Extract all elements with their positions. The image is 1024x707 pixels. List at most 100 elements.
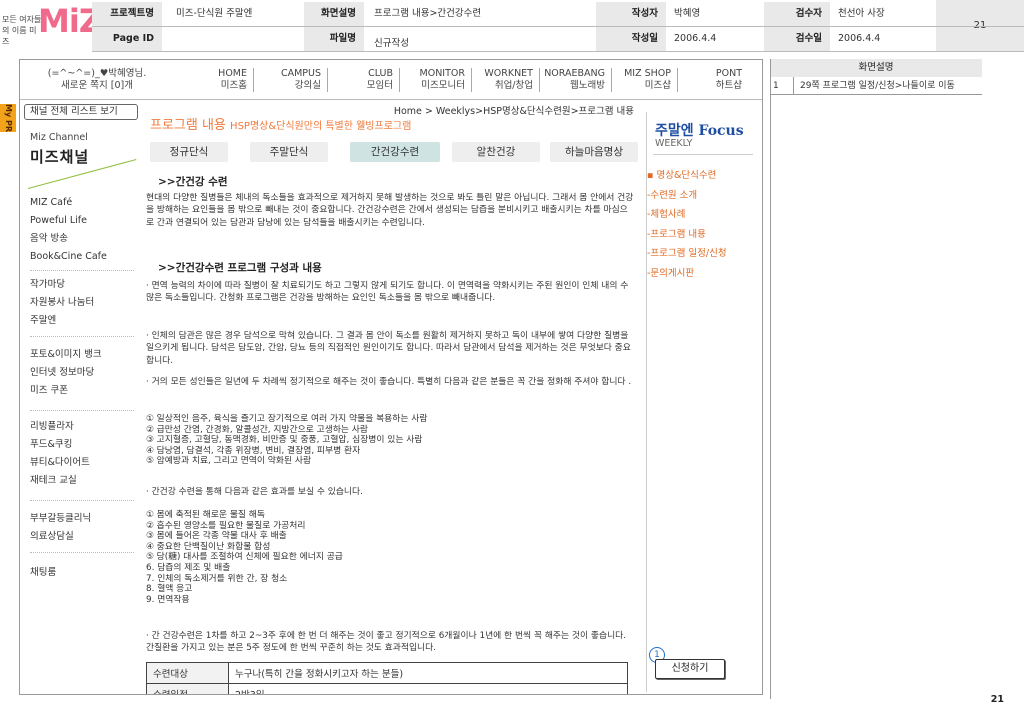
review-date-value: 2006.4.4 xyxy=(838,33,881,44)
nav-home[interactable]: HOME 미즈홈 xyxy=(180,68,254,92)
apply-button[interactable]: 신청하기 xyxy=(655,659,725,679)
list-item: ① 일상적인 음주, 육식을 즐기고 장기적으로 여러 가지 약물을 복용하는 … xyxy=(146,414,428,424)
user-greeting[interactable]: (=^~^=)_♥박혜영님. 새로운 쪽지 [0]개 xyxy=(32,68,162,92)
focus-divider xyxy=(653,154,753,155)
tab-weekend-fasting[interactable]: 주말단식 xyxy=(250,142,328,162)
table-row: 수련대상 누구나(특히 간을 정화시키고자 하는 분들) xyxy=(146,662,628,684)
left-nav-item[interactable]: 포토&이미지 뱅크 xyxy=(30,346,138,364)
focus-item-stories[interactable]: -체험사례 xyxy=(647,205,757,225)
left-nav-item[interactable]: 채팅룸 xyxy=(30,564,138,582)
nav-worknet-en: WORKNET xyxy=(484,68,533,79)
focus-item-qna[interactable]: -문의게시판 xyxy=(647,264,757,284)
nav-home-en: HOME xyxy=(218,68,247,79)
miz-logo: 모든 여자들의 이름 미즈 MiZ xyxy=(0,2,102,48)
program-tabs: 정규단식 주말단식 간건강수련 알찬건강 하늘마음명상 xyxy=(150,142,638,162)
focus-menu: ▪ 명상&단식수련 -수련원 소개 -체험사례 -프로그램 내용 -프로그램 일… xyxy=(647,166,757,283)
nav-miz-shop[interactable]: MIZ SHOP 미즈샵 xyxy=(612,68,678,92)
focus-item-intro[interactable]: -수련원 소개 xyxy=(647,186,757,206)
focus-item-schedule[interactable]: -프로그램 일정/신청 xyxy=(647,244,757,264)
page-id-label: Page ID xyxy=(92,27,162,51)
focus-item-program[interactable]: -프로그램 내용 xyxy=(647,225,757,245)
list-item: ① 몸에 축적된 해로운 물질 해독 xyxy=(146,510,265,520)
schedule-table: 수련대상 누구나(특히 간을 정화시키고자 하는 분들) 수련일정 2박3일 xyxy=(146,662,628,694)
left-nav-item[interactable]: 음악 방송 xyxy=(30,230,138,248)
nav-worknet[interactable]: WORKNET 취업/창업 xyxy=(472,68,540,92)
list-item: ② 흡수된 영양소를 필요한 물질로 가공처리 xyxy=(146,520,306,531)
target-list: ① 일상적인 음주, 육식을 즐기고 장기적으로 여러 가지 약물을 복용하는 … xyxy=(146,414,634,467)
section-title-program: >>간건강수련 프로그램 구성과 내용 xyxy=(158,262,322,274)
tab-regular-fasting[interactable]: 정규단식 xyxy=(150,142,228,162)
nav-separator xyxy=(30,270,134,271)
nav-pont[interactable]: PONT 하트샵 xyxy=(678,68,748,92)
nav-club[interactable]: CLUB 모임터 xyxy=(328,68,400,92)
left-nav-item[interactable]: 자원봉사 나눔터 xyxy=(30,294,138,312)
focus-item-meditation[interactable]: ▪ 명상&단식수련 xyxy=(647,166,757,186)
section-paragraph: · 면역 능력의 차이에 따라 질병이 잘 치료되기도 하고 그렇지 않게 되기… xyxy=(146,281,629,304)
table-key: 수련일정 xyxy=(146,683,229,694)
reviewer-label: 검수자 xyxy=(764,2,830,26)
nav-monitor-ko: 미즈모니터 xyxy=(421,80,465,91)
nav-pont-en: PONT xyxy=(715,68,742,79)
nav-pont-ko: 하트샵 xyxy=(715,80,742,91)
channel-list-button[interactable]: 채널 전체 리스트 보기 xyxy=(24,104,138,120)
section-paragraph: 현대의 다양한 질병들은 체내의 독소들을 효과적으로 제거하지 못해 발생하는… xyxy=(146,193,634,228)
nav-worknet-ko: 취업/창업 xyxy=(494,80,533,91)
main-content: Home > Weeklys>HSP명상&단식수련원>프로그램 내용 프로그램 … xyxy=(144,100,638,694)
list-item: ④ 중요한 단백질이난 화합물 합성 xyxy=(146,541,271,552)
nav-noraebang-ko: 웹노래방 xyxy=(570,80,605,91)
left-nav-item[interactable]: 재테크 교실 xyxy=(30,472,138,490)
left-nav-item[interactable]: 리빙플라자 xyxy=(30,418,138,436)
screen-desc-value: 프로그램 내용>간건강수련 xyxy=(374,8,482,19)
left-nav-item[interactable]: 작가마당 xyxy=(30,276,138,294)
nav-separator xyxy=(30,410,134,411)
filename-value: 신규작성 xyxy=(374,38,409,49)
focus-weekly: WEEKLY xyxy=(655,138,693,149)
review-date-label: 검수일 xyxy=(764,27,830,51)
left-navigation: 채널 전체 리스트 보기 Miz Channel 미즈채널 MIZ Café P… xyxy=(20,100,140,694)
nav-campus[interactable]: CAMPUS 강의실 xyxy=(254,68,328,92)
list-item: 7. 인체의 독소제거를 위한 간, 장 청소 xyxy=(146,573,288,584)
description-row: 1 29쪽 프로그램 일정/신청>나들이로 이동 xyxy=(770,77,982,95)
page-title-text: 프로그램 내용 xyxy=(150,118,226,133)
table-key: 수련대상 xyxy=(146,662,229,684)
nav-campus-en: CAMPUS xyxy=(280,68,321,79)
my-pr-tab[interactable]: My PR xyxy=(0,104,16,132)
tab-meditation[interactable]: 하늘마음명상 xyxy=(550,142,638,162)
reviewer-value: 천선아 사장 xyxy=(838,8,885,19)
nav-noraebang[interactable]: NORAEBANG 웹노래방 xyxy=(540,68,612,92)
description-header: 화면설명 xyxy=(770,59,982,77)
list-item: 9. 면역작용 xyxy=(146,594,190,605)
tab-liver-health[interactable]: 간건강수련 xyxy=(350,142,440,162)
left-nav-item[interactable]: 주말엔 xyxy=(30,312,138,330)
list-item: ③ 몸에 들어온 각종 약물 대사 후 배출 xyxy=(146,531,287,542)
section-paragraph: · 거의 모든 성인들은 일년에 두 차례씩 정기적으로 해주는 것이 좋습니다… xyxy=(146,377,632,387)
channel-subtitle: Miz Channel xyxy=(30,132,88,143)
left-nav-item[interactable]: Poweful Life xyxy=(30,212,138,230)
tab-healthy[interactable]: 알찬건강 xyxy=(452,142,540,162)
nav-monitor-en: MONITOR xyxy=(419,68,465,79)
user-name-line: (=^~^=)_♥박혜영님. xyxy=(47,68,147,79)
left-nav-item[interactable]: 인터넷 정보마당 xyxy=(30,364,138,382)
left-nav-item[interactable]: 의료상담실 xyxy=(30,528,138,546)
footer-page-number: 21 xyxy=(990,694,1004,705)
list-item: ⑤ 당(糖) 대사를 조절하여 신체에 필요한 에너지 공급 xyxy=(146,552,343,563)
left-nav-item[interactable]: 부부갈등클리닉 xyxy=(30,510,138,528)
left-nav-item[interactable]: 뷰티&다이어트 xyxy=(30,454,138,472)
left-nav-item[interactable]: 미즈 쿠폰 xyxy=(30,382,138,400)
section-paragraph: · 간 건강수련은 1차를 하고 2~3주 후에 한 번 더 해주는 것이 좋고… xyxy=(146,631,627,654)
description-text: 29쪽 프로그램 일정/신청>나들이로 이동 xyxy=(800,81,955,91)
focus-title-ko: 주말엔 xyxy=(655,123,694,139)
header-divider xyxy=(92,26,1024,27)
focus-title: 주말엔 Focus xyxy=(655,120,744,140)
section-paragraph: · 간건강 수련을 통해 다음과 같은 효과를 보실 수 있습니다. xyxy=(146,487,363,497)
left-nav-item[interactable]: MIZ Café xyxy=(30,194,138,212)
left-nav-item[interactable]: 푸드&쿠킹 xyxy=(30,436,138,454)
left-nav-item[interactable]: Book&Cine Cafe xyxy=(30,248,138,266)
nav-monitor[interactable]: MONITOR 미즈모니터 xyxy=(400,68,472,92)
nav-campus-ko: 강의실 xyxy=(294,80,321,91)
info-table: 수련대상 누구나(특히 간을 정화시키고자 하는 분들) 수련일정 2박3일 xyxy=(146,662,630,694)
effects-list: ① 몸에 축적된 해로운 물질 해독 ② 흡수된 영양소를 필요한 물질로 가공… xyxy=(146,510,634,605)
focus-title-en: Focus xyxy=(698,123,744,139)
nav-club-ko: 모임터 xyxy=(366,80,393,91)
list-item: ④ 담낭염, 담결석, 각종 위장병, 변비, 결장염, 피부병 환자 xyxy=(146,445,361,456)
